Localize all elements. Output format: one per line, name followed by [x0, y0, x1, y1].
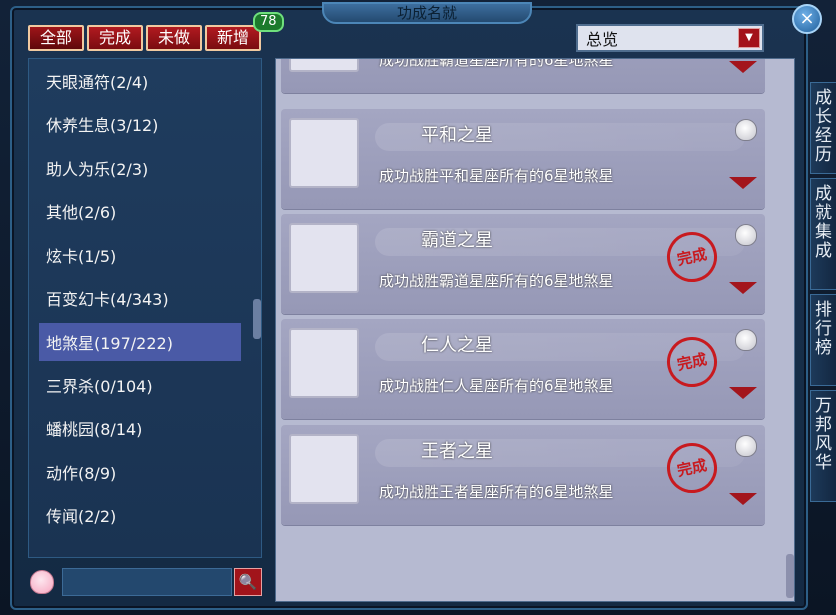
- jade-icon: [289, 59, 359, 72]
- peach-icon: [30, 570, 54, 594]
- sidebar-scrollbar[interactable]: [253, 299, 261, 339]
- achievement-list: 成功战胜霸道星座所有的6星地煞星 平和之星 成功战胜平和星座所有的6星地煞星 霸道之星…: [275, 58, 795, 602]
- tab-completed[interactable]: 完成: [87, 25, 143, 51]
- category-sidebar: 天眼通符(2/4) 休养生息(3/12) 助人为乐(2/3) 其他(2/6) 炫卡(1/…: [28, 58, 262, 558]
- sidebar-item[interactable]: 动作(8/9): [29, 450, 261, 494]
- search-bar: 🔍: [30, 567, 262, 597]
- achievement-name: 霸道之星: [421, 230, 493, 251]
- achievement-desc: 成功战胜王者星座所有的6星地煞星: [379, 483, 614, 501]
- sidebar-item[interactable]: 传闻(2/2): [29, 494, 261, 538]
- achievement-desc: 成功战胜仁人星座所有的6星地煞星: [379, 377, 614, 395]
- window-title: 功成名就: [322, 2, 532, 24]
- sidebar-item[interactable]: 蟠桃园(8/14): [29, 407, 261, 451]
- sidebar-item[interactable]: 百变幻卡(4/343): [29, 277, 261, 321]
- achievement-card[interactable]: 平和之星成功战胜平和星座所有的6星地煞星: [281, 109, 765, 209]
- expand-arrow-icon[interactable]: [729, 387, 757, 399]
- side-tab-fame[interactable]: 万邦风华: [810, 390, 836, 502]
- new-count-badge: 78: [253, 12, 284, 32]
- tab-undone[interactable]: 未做: [146, 25, 202, 51]
- sidebar-item[interactable]: 助人为乐(2/3): [29, 146, 261, 190]
- peach-reward-icon: [735, 224, 757, 246]
- side-tab-collection[interactable]: 成就集成: [810, 178, 836, 290]
- expand-arrow-icon[interactable]: [729, 177, 757, 189]
- achievement-desc: 成功战胜霸道星座所有的6星地煞星: [379, 58, 614, 69]
- achievement-card[interactable]: 成功战胜霸道星座所有的6星地煞星: [281, 58, 765, 93]
- achievement-name: 仁人之星: [421, 335, 493, 356]
- expand-arrow-icon[interactable]: [729, 493, 757, 505]
- side-tab-growth[interactable]: 成长经历: [810, 82, 836, 174]
- achievement-card[interactable]: 仁人之星 成功战胜仁人星座所有的6星地煞星 完成: [281, 319, 765, 419]
- search-icon[interactable]: 🔍: [234, 568, 262, 596]
- peach-reward-icon: [735, 435, 757, 457]
- tab-all[interactable]: 全部: [28, 25, 84, 51]
- drum-icon: [289, 223, 359, 293]
- ring-icon: [289, 118, 359, 188]
- summit-icon: [289, 434, 359, 504]
- side-tab-ranking[interactable]: 排行榜: [810, 294, 836, 386]
- achievement-card[interactable]: 王者之星 成功战胜王者星座所有的6星地煞星 完成: [281, 425, 765, 525]
- achievement-name: 王者之星: [421, 441, 493, 462]
- peach-reward-icon: [735, 119, 757, 141]
- sidebar-item[interactable]: 炫卡(1/5): [29, 233, 261, 277]
- tab-new[interactable]: 新增: [205, 25, 261, 51]
- achievement-desc: 成功战胜平和星座所有的6星地煞星: [379, 167, 614, 185]
- sidebar-item[interactable]: 地煞星(197/222): [39, 323, 241, 361]
- helmet-icon: [289, 328, 359, 398]
- close-icon[interactable]: ×: [792, 4, 822, 34]
- sidebar-item[interactable]: 休养生息(3/12): [29, 103, 261, 147]
- sidebar-item[interactable]: 其他(2/6): [29, 190, 261, 234]
- peach-reward-icon: [735, 329, 757, 351]
- dropdown-value: 总览: [586, 30, 619, 49]
- expand-arrow-icon[interactable]: [729, 282, 757, 294]
- filter-tabs: 全部 完成 未做 新增: [28, 25, 261, 51]
- sidebar-item[interactable]: 三界杀(0/104): [29, 363, 261, 407]
- content-scrollbar[interactable]: [786, 554, 794, 598]
- sidebar-item[interactable]: 天眼通符(2/4): [29, 59, 261, 103]
- achievement-desc: 成功战胜霸道星座所有的6星地煞星: [379, 272, 614, 290]
- overview-dropdown[interactable]: 总览 ▼: [576, 24, 764, 52]
- achievement-card[interactable]: 霸道之星 成功战胜霸道星座所有的6星地煞星 完成: [281, 214, 765, 314]
- expand-arrow-icon[interactable]: [729, 61, 757, 73]
- search-input[interactable]: [62, 568, 232, 596]
- game-ui-root: 功成名就 × 全部 完成 未做 新增 78 总览 ▼ 天眼通符(2/4) 休养生息…: [0, 0, 836, 615]
- achievement-name: 平和之星: [421, 125, 493, 146]
- chevron-down-icon[interactable]: ▼: [738, 28, 760, 48]
- right-side-tabs: 成长经历 成就集成 排行榜 万邦风华: [810, 82, 836, 506]
